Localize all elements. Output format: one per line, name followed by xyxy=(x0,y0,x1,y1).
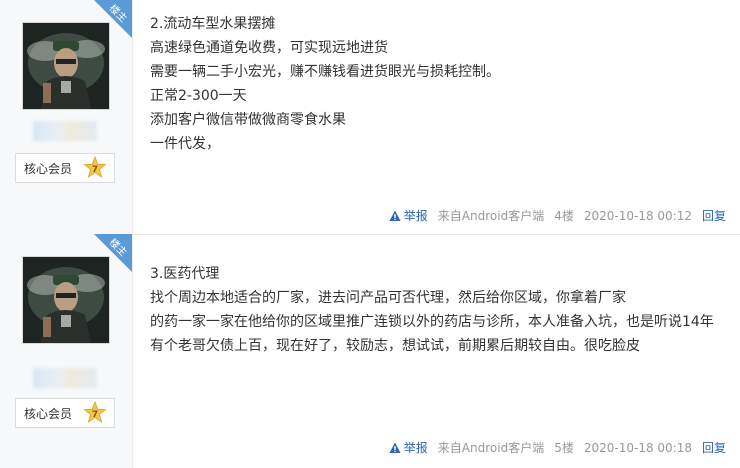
user-info-column: 核心会员 7 楼主 xyxy=(0,234,133,468)
report-button[interactable]: 举报 xyxy=(389,439,428,456)
reply-post: 核心会员 7 楼主 2.流动车型水果摆摊 高速绿色通道免收费，可实现远地进货 需… xyxy=(0,0,740,235)
content-line: 2.流动车型水果摆摊 xyxy=(150,16,276,32)
reply-button[interactable]: 回复 xyxy=(702,207,726,224)
report-icon xyxy=(389,442,401,453)
member-badge-label: 核心会员 xyxy=(24,162,73,176)
reply-post: 核心会员 7 楼主 3.医药代理 找个周边本地适合的厂家，进去问产品可否代理，然… xyxy=(0,234,740,468)
post-footer: 举报 来自Android客户端 4楼 2020-10-18 00:12 回复 xyxy=(389,207,726,224)
report-label: 举报 xyxy=(403,441,428,455)
report-label: 举报 xyxy=(403,209,428,223)
member-badge[interactable]: 核心会员 7 xyxy=(15,153,115,183)
member-badge-label: 核心会员 xyxy=(24,407,73,421)
member-badge[interactable]: 核心会员 7 xyxy=(15,398,115,428)
level-number: 7 xyxy=(92,410,98,420)
content-line: 添加客户微信带做微商零食水果 xyxy=(150,112,346,128)
post-content: 3.医药代理 找个周边本地适合的厂家，进去问产品可否代理，然后给你区域，你拿着厂… xyxy=(150,262,714,358)
content-line: 一件代发， xyxy=(150,136,220,152)
post-time: 2020-10-18 00:18 xyxy=(583,440,692,455)
user-info-column: 核心会员 7 楼主 xyxy=(0,0,133,234)
content-line: 正常2-300一天 xyxy=(150,88,247,104)
content-line: 高速绿色通道免收费，可实现远地进货 xyxy=(150,40,388,56)
content-line: 的药一家一家在他给你的区域里推广连锁以外的药店与诊所，本人准备入坑，也是听说14… xyxy=(150,314,714,330)
client-source[interactable]: 来自Android客户端 xyxy=(438,439,544,456)
username-blurred[interactable] xyxy=(33,368,97,388)
floor-number: 4楼 xyxy=(554,209,574,223)
username-blurred[interactable] xyxy=(33,121,97,141)
content-line: 找个周边本地适合的厂家，进去问产品可否代理，然后给你区域，你拿着厂家 xyxy=(150,290,626,306)
report-button[interactable]: 举报 xyxy=(389,207,428,224)
level-star-icon: 7 xyxy=(83,155,107,184)
reply-button[interactable]: 回复 xyxy=(702,439,726,456)
client-source[interactable]: 来自Android客户端 xyxy=(438,207,544,224)
level-star-icon: 7 xyxy=(83,400,107,429)
content-line: 有个老哥欠债上百，现在好了，较励志，想试试，前期累后期较自由。很吃脸皮 xyxy=(150,338,640,354)
content-line: 3.医药代理 xyxy=(150,266,220,282)
floor-number: 5楼 xyxy=(554,441,574,455)
content-line: 需要一辆二手小宏光，赚不赚钱看进货眼光与损耗控制。 xyxy=(150,64,500,80)
post-time: 2020-10-18 00:12 xyxy=(583,208,692,223)
report-icon xyxy=(389,210,401,221)
post-content: 2.流动车型水果摆摊 高速绿色通道免收费，可实现远地进货 需要一辆二手小宏光，赚… xyxy=(150,12,710,156)
post-footer: 举报 来自Android客户端 5楼 2020-10-18 00:18 回复 xyxy=(389,439,726,456)
level-number: 7 xyxy=(92,165,98,175)
